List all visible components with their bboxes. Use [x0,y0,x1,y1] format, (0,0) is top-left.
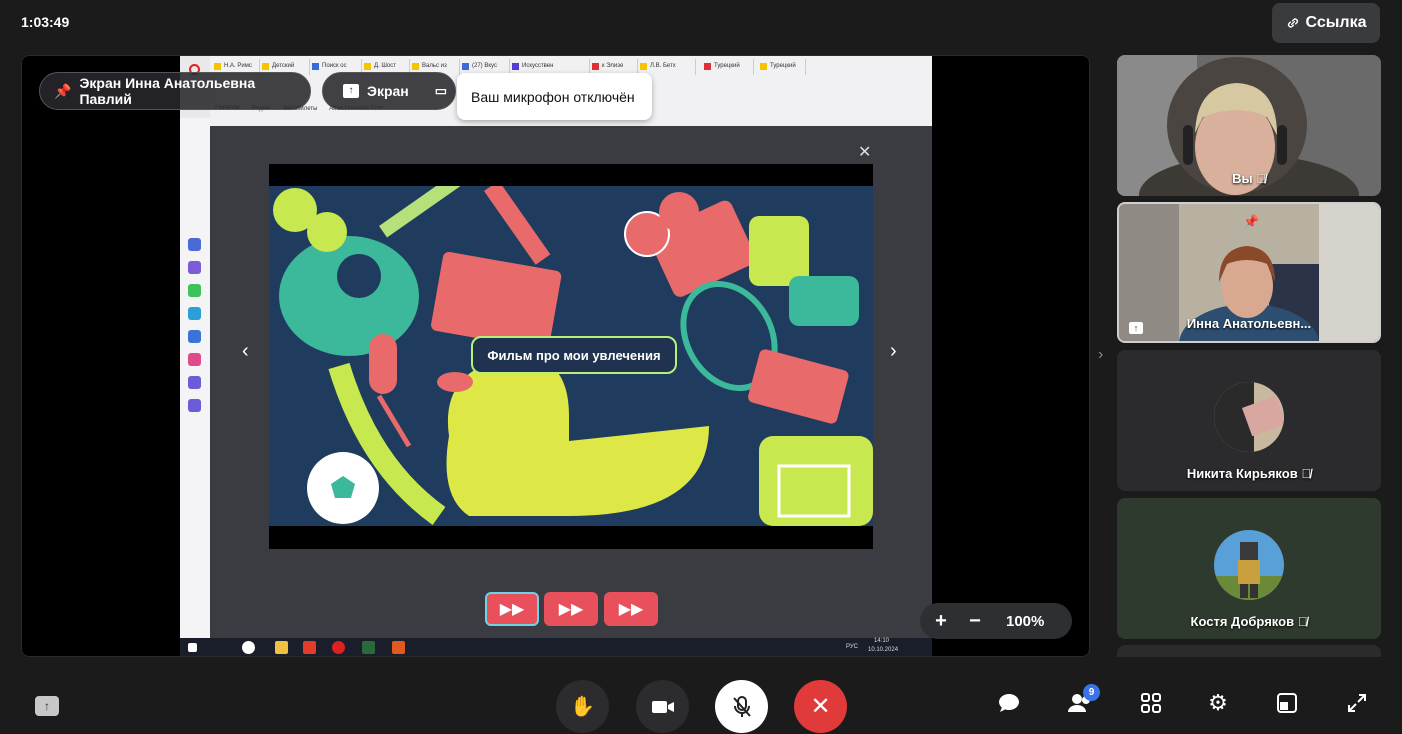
fast-forward-icon: ▶▶ [618,601,644,618]
share-screen-small-button[interactable]: ↑ [35,696,59,716]
gear-icon: ⚙ [1208,690,1228,715]
grid-icon [1141,693,1161,713]
windows-start-icon [188,643,197,652]
participant-name: Инна Анатольевн... [1186,316,1312,331]
close-icon: ✕ [858,144,872,161]
fast-forward-button: ▶▶ [544,592,598,626]
zoom-out-button[interactable]: − [964,610,986,633]
close-icon: ✕ [810,693,831,720]
screen-chip[interactable]: ↑ Экран ▭ [322,72,456,110]
video-slide: Фильм про мои увлечения [269,164,873,549]
participant-tile-kostya[interactable]: Костя Добряков 🎙̸ [1117,498,1381,639]
participant-name: Вы 🎙̸ [1232,171,1266,186]
raise-hand-button[interactable]: ✋ [556,680,609,733]
participant-tile-inna[interactable]: 📌 ↑ Инна Анатольевн... [1117,202,1381,343]
shared-taskbar: РУС 14:10 10.10.2024 [180,638,932,656]
film-title-label: Фильм про мои увлечения [471,336,677,374]
mic-muted-tooltip: Ваш микрофон отключён [457,73,652,120]
participant-name: Костя Добряков 🎙̸ [1190,614,1308,629]
settings-button[interactable]: ⚙ [1205,690,1231,716]
participant-tile-nikita[interactable]: Никита Кирьяков 🎙̸ [1117,350,1381,491]
participant-tile-partial [1117,645,1381,657]
screen-chip-label: Экран [367,83,409,99]
presenter-chip-label: Экран Инна Анатольевна Павлий [79,75,256,107]
prev-slide-icon[interactable]: ‹ [242,340,249,363]
expand-icon [1348,694,1366,712]
chat-button[interactable] [996,690,1022,716]
zoom-control: + − 100% [920,603,1072,639]
picture-in-picture-button[interactable] [1274,690,1300,716]
pin-icon: 📌 [1243,214,1260,229]
participants-button[interactable]: 9 [1067,684,1100,716]
link-icon [1287,18,1298,28]
next-slide-icon[interactable]: › [890,340,897,363]
mic-off-icon: 🎙̸ [1297,614,1308,629]
screen-share-stage: Н.А. Римс Детский Поиск ос Д. Шост Вальс… [21,55,1090,657]
fast-forward-icon: ▶▶ [499,601,525,618]
fast-forward-button: ▶▶ [604,592,658,626]
copy-link-button[interactable]: Ссылка [1272,3,1380,43]
pip-icon [1277,693,1297,713]
mic-off-icon [732,695,751,717]
participant-name: Никита Кирьяков 🎙̸ [1186,466,1312,481]
fast-forward-button: ▶▶ [485,592,539,626]
end-call-button[interactable]: ✕ [794,680,847,733]
browser-tab: Турецкий [702,59,754,75]
microphone-button[interactable] [715,680,768,733]
shared-browser-sidebar [180,118,210,638]
pin-icon: 📌 [54,82,72,99]
camera-icon [651,700,674,713]
fast-forward-icon: ▶▶ [558,601,584,618]
mic-off-icon: 🎙̸ [1301,466,1312,481]
hobbies-illustration: Фильм про мои увлечения [269,186,873,526]
taskbar-lang: РУС [846,644,859,650]
avatar [1214,530,1284,600]
avatar [1214,382,1284,452]
participant-tile-self[interactable]: Вы 🎙̸ [1117,55,1381,196]
participants-count-badge: 9 [1083,684,1100,701]
taskbar-time: 14:10 [874,638,890,644]
camera-button[interactable] [636,680,689,733]
screen-share-icon: ↑ [343,84,359,98]
browser-tab: Турецкий [758,59,806,75]
presenter-chip[interactable]: 📌 Экран Инна Анатольевна Павлий [39,72,311,110]
taskbar-date: 10.10.2024 [868,647,899,653]
copy-link-label: Ссылка [1305,14,1367,31]
chevron-right-icon[interactable]: › [1098,346,1103,364]
hand-icon: ✋ [570,696,595,718]
chat-icon [999,694,1019,712]
shared-screen: Н.А. Римс Детский Поиск ос Д. Шост Вальс… [180,56,932,656]
layout-grid-button[interactable] [1138,690,1164,716]
fullscreen-button[interactable] [1344,690,1370,716]
zoom-level: 100% [1006,612,1045,630]
mic-off-icon: 🎙̸ [1256,171,1266,186]
call-timer: 1:03:49 [21,14,70,30]
zoom-in-button[interactable]: + [930,610,952,633]
camera-icon: ▭ [434,83,448,98]
